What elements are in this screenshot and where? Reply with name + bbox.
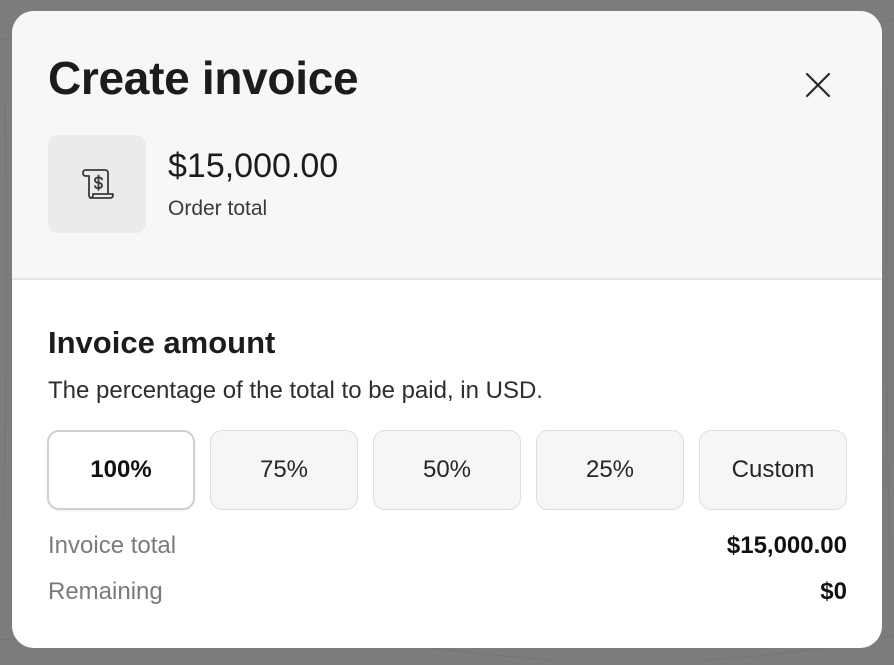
order-total-label: Order total <box>168 197 268 220</box>
modal-title: Create invoice <box>48 52 359 104</box>
remaining-label: Remaining <box>48 578 163 605</box>
close-icon <box>805 72 831 98</box>
invoice-scroll-dollar-icon <box>82 169 114 199</box>
option-25-percent[interactable]: 25% <box>536 430 684 510</box>
remaining-value: $0 <box>820 578 847 605</box>
order-total-amount: $15,000.00 <box>168 147 339 185</box>
order-icon-tile <box>48 135 146 233</box>
percentage-options: 100% 75% 50% 25% Custom <box>47 430 847 510</box>
close-button[interactable] <box>796 63 840 107</box>
option-75-percent[interactable]: 75% <box>210 430 358 510</box>
remaining-row: Remaining $0 <box>48 580 847 614</box>
invoice-total-row: Invoice total $15,000.00 <box>48 534 847 568</box>
invoice-total-value: $15,000.00 <box>726 532 847 559</box>
modal-header: Create invoice $15,000.00 Order total <box>12 11 882 280</box>
option-50-percent[interactable]: 50% <box>373 430 521 510</box>
option-custom[interactable]: Custom <box>699 430 847 510</box>
invoice-amount-heading: Invoice amount <box>48 325 276 360</box>
option-100-percent[interactable]: 100% <box>47 430 195 510</box>
invoice-total-label: Invoice total <box>48 532 177 559</box>
invoice-amount-description: The percentage of the total to be paid, … <box>48 377 543 404</box>
create-invoice-modal: Create invoice $15,000.00 Order total In… <box>12 11 882 648</box>
